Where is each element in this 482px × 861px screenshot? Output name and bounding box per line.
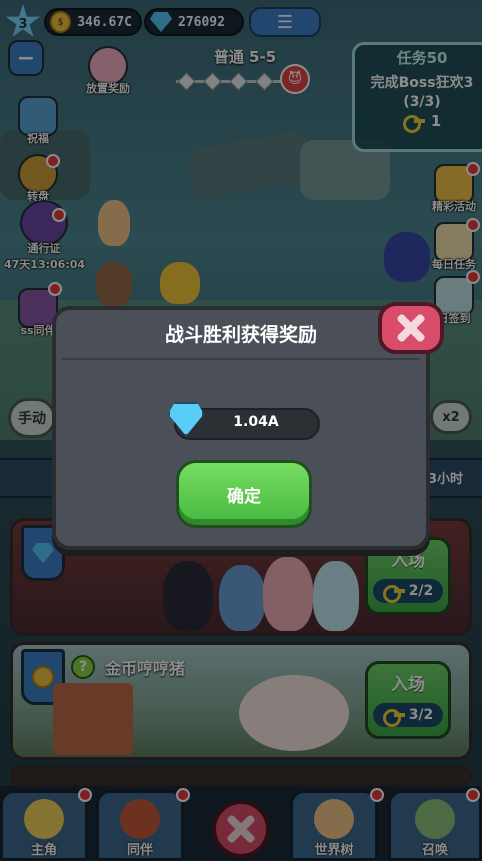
battle-reward-modal: 战斗胜利获得奖励 1.04A 确定 bbox=[52, 306, 430, 550]
close-icon bbox=[396, 313, 426, 343]
modal-close-button[interactable] bbox=[378, 302, 444, 354]
modal-title: 战斗胜利获得奖励 bbox=[164, 324, 317, 346]
modal-divider bbox=[62, 358, 420, 360]
reward-value: 1.04A bbox=[233, 414, 279, 430]
confirm-button[interactable]: 确定 bbox=[176, 460, 312, 528]
